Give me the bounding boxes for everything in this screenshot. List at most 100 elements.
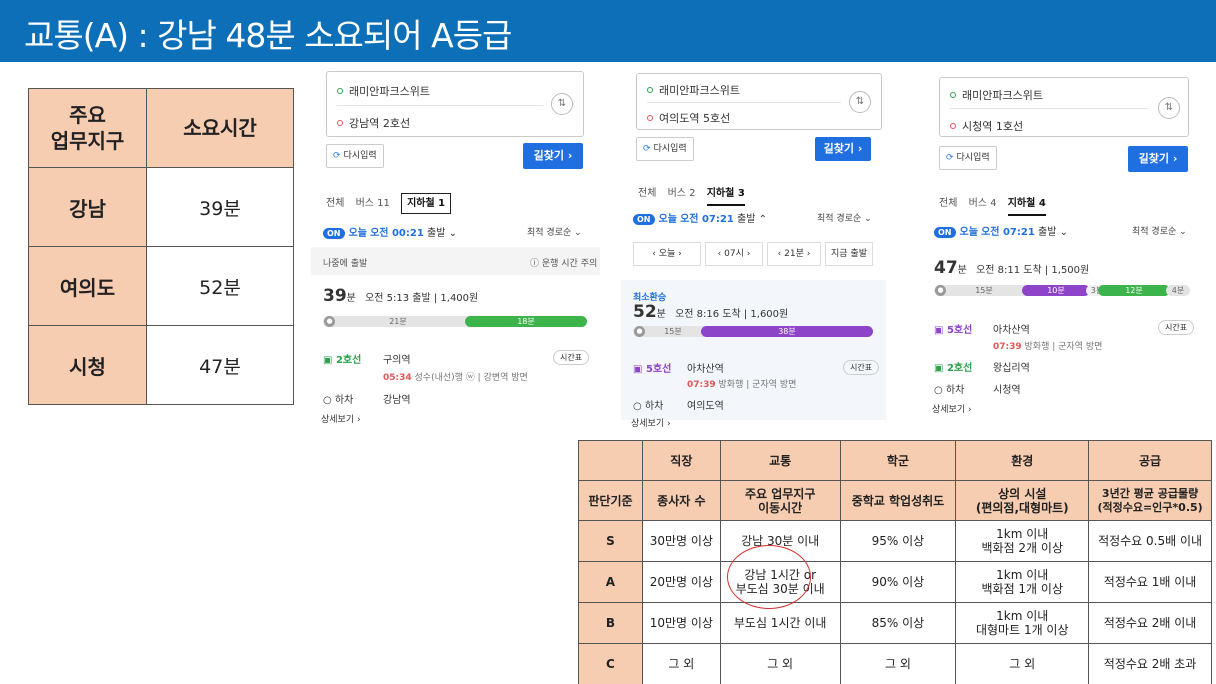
origin-field[interactable]: 래미안파크스위트 — [337, 83, 430, 99]
board-detail: 05:34 성수(내선)행 ⓦ | 강변역 방면 — [383, 370, 528, 383]
day-stepper[interactable]: ‹ 오늘 › — [633, 242, 701, 266]
route-input-box: 래미안파크스위트 여의도역 5호선 ⇅ — [636, 73, 882, 130]
sort-dropdown[interactable]: 최적 경로순 ⌄ — [1132, 224, 1187, 237]
header-time: 소요시간 — [146, 88, 294, 168]
depart-suffix: 출발 ⌄ — [1038, 227, 1068, 238]
tab-bus[interactable]: 버스 2 — [668, 188, 696, 199]
departure-selector[interactable]: ON 오늘 오전 07:21 출발 ⌃ — [633, 210, 767, 225]
route-tabs: 전체 버스 11 지하철 1 — [326, 193, 459, 214]
origin-field[interactable]: 래미안파크스위트 — [950, 87, 1043, 103]
subway-icon: ▣ — [633, 364, 646, 375]
timetable-button[interactable]: 시간표 — [1158, 320, 1195, 335]
tab-subway[interactable]: 지하철 4 — [1007, 198, 1046, 216]
destination-dot-icon — [337, 120, 343, 126]
total-minutes: 52 — [633, 302, 657, 322]
district-cell: 강남 — [28, 167, 147, 247]
header-cell: 직장 — [641, 440, 721, 481]
table-cell: 1km 이내 백화점 2개 이상 — [955, 520, 1090, 562]
departure-selector[interactable]: ON 오늘 오전 07:21 출발 ⌄ — [934, 223, 1068, 238]
timetable-button[interactable]: 시간표 — [553, 350, 590, 365]
destination-text: 여의도역 5호선 — [659, 112, 731, 125]
alight-label: ○ 하차 — [323, 395, 354, 406]
header-cell: 공급 — [1088, 440, 1212, 481]
later-departure-link[interactable]: 나중에 출발 — [323, 256, 367, 269]
reset-button[interactable]: ⟳ 다시입력 — [636, 137, 694, 161]
tab-all[interactable]: 전체 — [939, 198, 957, 209]
table-cell: 그 외 — [641, 643, 721, 684]
tab-all[interactable]: 전체 — [326, 198, 344, 209]
tab-subway[interactable]: 지하철 3 — [706, 188, 745, 206]
details-link[interactable]: 상세보기 › — [932, 402, 972, 415]
minute-stepper[interactable]: ‹ 21분 › — [767, 242, 821, 266]
board-direction: 방화행 | 군자역 방면 — [1024, 342, 1103, 352]
subway-segment: 38분 — [701, 326, 873, 337]
input-divider — [337, 105, 543, 106]
refresh-icon: ⟳ — [333, 151, 341, 161]
table-cell: 그 외 — [719, 643, 841, 684]
destination-field[interactable]: 강남역 2호선 — [337, 115, 410, 131]
reset-label: 다시입력 — [343, 151, 377, 161]
destination-field[interactable]: 여의도역 5호선 — [647, 110, 730, 126]
total-time: 52분 오전 8:16 도착 | 1,600원 — [633, 302, 788, 322]
table-cell: 그 외 — [839, 643, 957, 684]
alight-label: ○ 하차 — [934, 385, 965, 396]
tab-all[interactable]: 전체 — [638, 188, 656, 199]
header-cell: 학군 — [839, 440, 957, 481]
find-route-button[interactable]: 길찾기 › — [815, 137, 871, 161]
walk-icon: ● — [935, 285, 946, 296]
total-minutes: 47 — [934, 258, 958, 278]
header-cell: 상의 시설 (편의점,대형마트) — [955, 480, 1090, 521]
tab-bus[interactable]: 버스 4 — [969, 198, 997, 209]
reset-button[interactable]: ⟳ 다시입력 — [939, 146, 997, 170]
line-badge: ▣ 5호선 — [934, 321, 972, 336]
swap-icon[interactable]: ⇅ — [849, 91, 871, 113]
route-panel-cityhall: 래미안파크스위트 시청역 1호선 ⇅ ⟳ 다시입력 길찾기 › 전체 버스 4 지… — [922, 66, 1198, 424]
stepper-minute: 21분 — [784, 249, 804, 259]
reset-button[interactable]: ⟳ 다시입력 — [326, 144, 384, 168]
total-minutes: 39 — [323, 286, 347, 306]
find-route-button[interactable]: 길찾기 › — [1128, 146, 1188, 172]
depart-suffix: 출발 ⌃ — [737, 214, 767, 225]
route-panel-yeouido: 래미안파크스위트 여의도역 5호선 ⇅ ⟳ 다시입력 길찾기 › 전체 버스 2 … — [621, 66, 886, 432]
sort-dropdown[interactable]: 최적 경로순 ⌄ — [527, 225, 582, 238]
details-link[interactable]: 상세보기 › — [631, 416, 671, 429]
header-cell — [578, 440, 643, 481]
total-unit: 분 — [656, 309, 666, 320]
total-unit: 분 — [346, 293, 356, 304]
table-row: A 20만명 이상 강남 1시간 or 부도심 30분 이내 90% 이상 1k… — [578, 561, 1212, 603]
timetable-button[interactable]: 시간표 — [843, 360, 880, 375]
destination-field[interactable]: 시청역 1호선 — [950, 118, 1023, 134]
grade-cell: S — [578, 520, 643, 562]
board-direction: 방화행 | 군자역 방면 — [718, 380, 797, 390]
origin-field[interactable]: 래미안파크스위트 — [647, 82, 740, 98]
page-title: 교통(A) : 강남 48분 소요되어 A등급 — [24, 16, 512, 55]
table-cell: 85% 이상 — [839, 602, 957, 644]
find-route-button[interactable]: 길찾기 › — [523, 143, 583, 169]
table-cell: 1km 이내 백화점 1개 이상 — [955, 561, 1090, 603]
line-name-2: 2호선 — [946, 363, 973, 374]
header-cell: 교통 — [719, 440, 841, 481]
subway-segment: 18분 — [465, 316, 587, 327]
header-cell: 3년간 평균 공급물량 (적정수요=인구*0.5) — [1088, 480, 1212, 521]
commute-summary-table: 주요 업무지구 소요시간 강남 39분 여의도 52분 시청 47분 — [28, 88, 294, 405]
table-header-row-2: 판단기준 종사자 수 주요 업무지구 이동시간 중학교 학업성취도 상의 시설 … — [578, 480, 1212, 521]
on-badge: ON — [934, 227, 956, 238]
time-cell: 52분 — [146, 246, 294, 326]
header-cell: 환경 — [955, 440, 1090, 481]
board-station: 아차산역 — [687, 364, 724, 375]
hour-stepper[interactable]: ‹ 07시 › — [705, 242, 763, 266]
highlight-circle — [727, 545, 811, 609]
table-row: S 30만명 이상 강남 30분 이내 95% 이상 1km 이내 백화점 2개… — [578, 520, 1212, 562]
departure-selector[interactable]: ON 오늘 오전 00:21 출발 ⌄ — [323, 224, 457, 239]
sort-dropdown[interactable]: 최적 경로순 ⌄ — [817, 211, 872, 224]
tab-subway[interactable]: 지하철 1 — [401, 193, 452, 214]
tab-bus[interactable]: 버스 11 — [356, 198, 390, 209]
swap-icon[interactable]: ⇅ — [1158, 97, 1180, 119]
route-summary: 오전 8:16 도착 | 1,600원 — [675, 309, 789, 320]
walk-icon: ● — [324, 316, 335, 327]
board-detail: 07:39 방화행 | 군자역 방면 — [687, 377, 796, 390]
details-link[interactable]: 상세보기 › — [321, 412, 361, 425]
swap-icon[interactable]: ⇅ — [551, 93, 573, 115]
origin-text: 래미안파크스위트 — [962, 89, 1043, 102]
depart-now-button[interactable]: 지금 출발 — [825, 242, 873, 266]
